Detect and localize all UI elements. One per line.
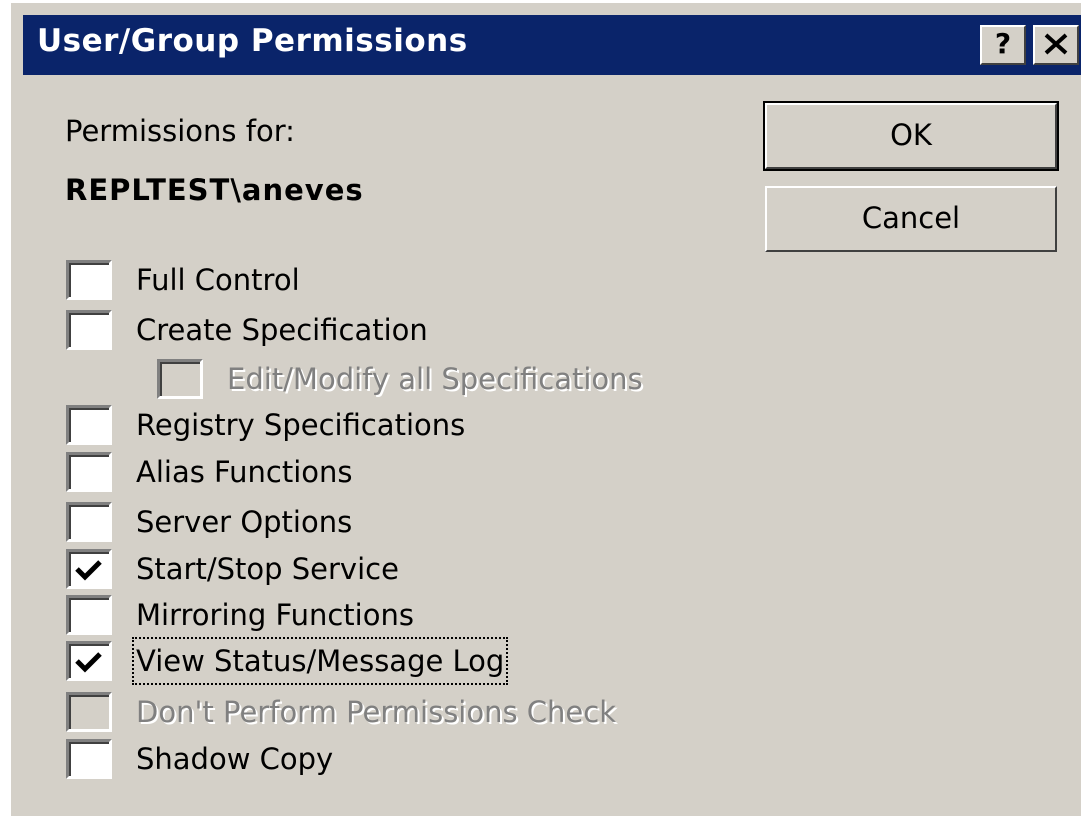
create-specification-label: Create Specification	[136, 313, 428, 347]
view-status-message-log-label: View Status/Message Log	[131, 637, 509, 685]
full-control-checkbox[interactable]	[66, 260, 112, 300]
cancel-button[interactable]: Cancel	[765, 186, 1057, 252]
registry-specifications-label: Registry Specifications	[136, 408, 466, 442]
title-bar[interactable]: User/Group Permissions ?	[23, 15, 1081, 75]
close-icon	[1044, 33, 1068, 55]
permissions-for-label: Permissions for:	[65, 114, 295, 148]
ok-button[interactable]: OK	[763, 101, 1059, 171]
view-status-message-log-checkbox[interactable]	[66, 641, 112, 681]
create-specification-checkbox[interactable]	[66, 310, 112, 350]
shadow-copy-checkbox[interactable]	[66, 739, 112, 779]
dialog-title: User/Group Permissions	[37, 23, 468, 59]
permissions-dialog: User/Group Permissions ? Permissions for…	[8, 0, 1081, 816]
checkmark-icon	[75, 560, 102, 581]
server-options-label: Server Options	[136, 505, 353, 539]
close-button[interactable]	[1033, 25, 1079, 65]
alias-functions-label: Alias Functions	[136, 455, 353, 489]
shadow-copy-label: Shadow Copy	[136, 742, 334, 776]
help-button[interactable]: ?	[980, 25, 1026, 65]
user-name: REPLTEST\aneves	[65, 173, 364, 207]
checkmark-icon	[75, 652, 102, 673]
edit-modify-all-label: Edit/Modify all Specifications	[227, 362, 643, 396]
registry-specifications-checkbox[interactable]	[66, 405, 112, 445]
server-options-checkbox[interactable]	[66, 502, 112, 542]
start-stop-service-label: Start/Stop Service	[136, 552, 399, 586]
alias-functions-checkbox[interactable]	[66, 452, 112, 492]
full-control-label: Full Control	[136, 263, 300, 297]
start-stop-service-checkbox[interactable]	[66, 549, 112, 589]
mirroring-functions-label: Mirroring Functions	[136, 598, 414, 632]
edit-modify-all-checkbox	[157, 359, 203, 399]
mirroring-functions-checkbox[interactable]	[66, 595, 112, 635]
dont-perform-permissions-check-checkbox	[66, 692, 112, 732]
dont-perform-permissions-check-label: Don't Perform Permissions Check	[136, 695, 617, 729]
